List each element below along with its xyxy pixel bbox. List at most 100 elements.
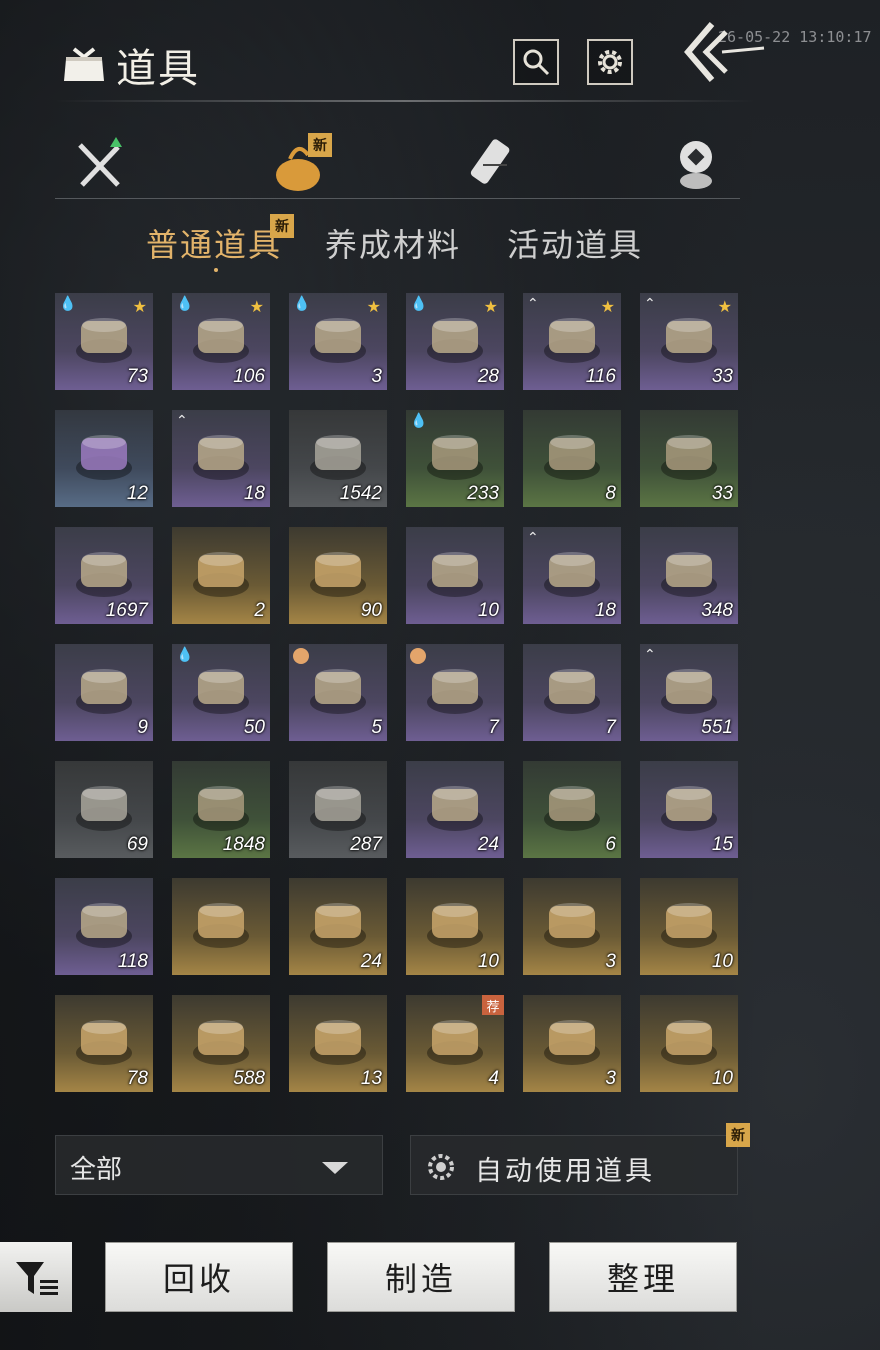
craft-button[interactable]: 制造 [327,1242,515,1312]
item-image [544,318,600,363]
item-slot[interactable]: 💧 50 [172,644,270,741]
item-image [427,669,483,714]
auto-use-items-button[interactable]: 自动使用道具 [410,1135,738,1195]
item-slot[interactable]: 10 [640,878,738,975]
item-slot[interactable]: 9 [55,644,153,741]
item-slot[interactable]: 348 [640,527,738,624]
search-icon [523,49,550,76]
item-slot[interactable]: 6 [523,761,621,858]
item-count: 7 [605,717,616,738]
item-image [544,786,600,831]
item-image [310,1020,366,1065]
item-slot[interactable]: 24 [406,761,504,858]
item-slot[interactable]: 1848 [172,761,270,858]
category-tab-equipment[interactable] [70,135,130,195]
item-filter-dropdown[interactable]: 全部 [55,1135,383,1195]
page-title: 道具 [116,46,200,92]
item-count: 2 [254,600,265,621]
item-slot[interactable]: 1697 [55,527,153,624]
item-image [310,903,366,948]
item-slot[interactable]: 78 [55,995,153,1092]
item-slot[interactable]: 118 [55,878,153,975]
item-count: 106 [233,366,265,387]
filter-funnel-icon [16,1262,58,1295]
item-slot[interactable]: 12 [55,410,153,507]
item-count: 10 [711,1068,733,1089]
item-count: 10 [477,600,499,621]
subtab-normal-items[interactable]: 普通道具 [146,220,282,266]
item-count: 6 [605,834,616,855]
item-slot[interactable]: ⌃ ★ 116 [523,293,621,390]
item-slot[interactable]: 24 [289,878,387,975]
item-slot[interactable]: 💧 ★ 3 [289,293,387,390]
item-slot[interactable]: 588 [172,995,270,1092]
item-image [193,786,249,831]
item-image [661,435,717,480]
item-image [193,1020,249,1065]
item-count: 3 [605,1068,616,1089]
item-image [544,903,600,948]
item-slot[interactable]: 10 [406,527,504,624]
subtab-growth-materials[interactable]: 养成材料 [325,220,461,266]
item-slot[interactable]: 3 [523,995,621,1092]
item-slot[interactable]: 69 [55,761,153,858]
subtab-event-items[interactable]: 活动道具 [507,220,643,266]
item-slot[interactable]: 💧 ★ 73 [55,293,153,390]
item-image [76,786,132,831]
item-slot[interactable]: ⌃ 18 [523,527,621,624]
upgrade-chevron-icon: ⌃ [644,647,656,663]
upgrade-chevron-icon: ⌃ [527,296,539,312]
item-slot[interactable]: 2 [172,527,270,624]
auto-use-label: 自动使用道具 [475,1156,655,1187]
item-slot[interactable]: ⌃ 18 [172,410,270,507]
item-slot[interactable]: 10 [406,878,504,975]
item-slot[interactable]: 1542 [289,410,387,507]
item-slot[interactable]: 13 [289,995,387,1092]
item-slot[interactable]: 33 [640,410,738,507]
item-image [76,318,132,363]
item-slot[interactable]: 💧 ★ 106 [172,293,270,390]
item-slot[interactable]: ⌃ ★ 33 [640,293,738,390]
item-slot[interactable]: 5 [289,644,387,741]
sort-button[interactable]: 整理 [549,1242,737,1312]
item-slot[interactable]: 8 [523,410,621,507]
item-slot[interactable] [172,878,270,975]
item-image [427,435,483,480]
item-slot[interactable]: 90 [289,527,387,624]
item-slot[interactable]: 3 [523,878,621,975]
item-slot[interactable]: 15 [640,761,738,858]
item-slot[interactable]: 7 [523,644,621,741]
item-slot[interactable]: 💧 233 [406,410,504,507]
item-count: 50 [243,717,265,738]
item-count: 15 [711,834,733,855]
item-image [193,552,249,597]
item-slot[interactable]: ⌃ 551 [640,644,738,741]
gear-icon [428,1154,454,1180]
item-image [544,1020,600,1065]
item-image [427,1020,483,1065]
item-count: 13 [360,1068,382,1089]
item-slot[interactable]: 287 [289,761,387,858]
category-tab-scrolls[interactable] [465,135,525,195]
search-button[interactable] [513,39,559,85]
item-count: 7 [488,717,499,738]
item-count: 3 [371,366,382,387]
gear-icon [598,50,622,74]
item-slot[interactable]: 7 [406,644,504,741]
item-count: 588 [233,1068,265,1089]
item-slot[interactable]: 10 [640,995,738,1092]
recycle-button[interactable]: 回收 [105,1242,293,1312]
category-divider [55,198,740,199]
item-image [76,669,132,714]
item-image [661,903,717,948]
category-tab-currency[interactable] [666,135,726,195]
item-count: 1848 [222,834,265,855]
item-count: 8 [605,483,616,504]
back-button[interactable] [680,18,770,88]
item-slot[interactable]: 💧 ★ 28 [406,293,504,390]
category-tab-items[interactable]: 新 [268,133,332,195]
water-drop-icon: 💧 [410,413,428,429]
settings-button[interactable] [587,39,633,85]
item-slot[interactable]: 荐4 [406,995,504,1092]
filter-button[interactable] [0,1242,72,1312]
